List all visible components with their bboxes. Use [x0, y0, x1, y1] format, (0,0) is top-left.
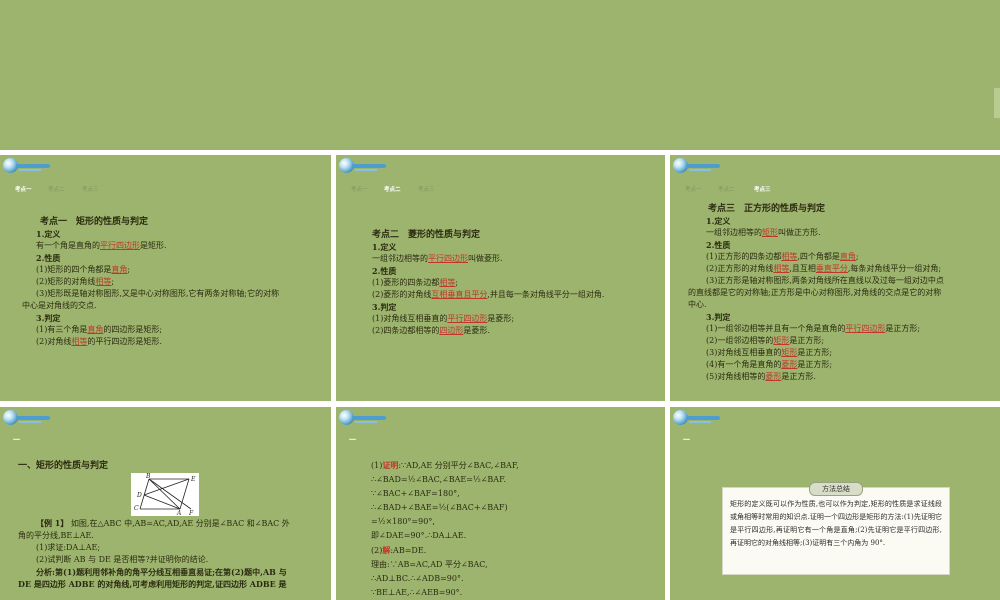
text-line: 一组邻边相等的平行四边形叫做菱形.: [372, 254, 503, 263]
globe-logo-icon: [673, 410, 721, 426]
nav-tab-3[interactable]: 考点三: [418, 185, 435, 193]
nav-section-marker: 一: [13, 436, 20, 444]
slide-example-1[interactable]: 一 一、矩形的性质与判定 B E D C A F 【例 1】 如图,在△ABC …: [0, 407, 331, 600]
point-label-d: D: [136, 492, 142, 499]
nav-tab-1[interactable]: 考点一: [685, 185, 702, 193]
text-line: ∴∠BAD=½∠BAC,∠BAE=½∠BAF.: [371, 475, 506, 484]
point-label-f: F: [188, 510, 194, 516]
slide-1-content: 考点一 矩形的性质与判定 1.定义 有一个角是直角的平行四边形是矩形. 2.性质…: [22, 216, 280, 348]
text-line: ∵BE⊥AE,∴∠AEB=90°.: [371, 588, 463, 597]
globe-logo-icon: [673, 158, 721, 174]
text-line: DE 是四边形 ADBE 的对角线,可考虑利用矩形的判定,证四边形 ADBE 是: [18, 579, 287, 589]
section-heading: 1.定义: [706, 216, 731, 226]
text-line: 理由:∵AB=AC,AD 平分∠BAC,: [371, 560, 488, 569]
slide-example-1-solution[interactable]: 一 (1)证明:∵AD,AE 分别平分∠BAC,∠BAF, ∴∠BAD=½∠BA…: [336, 407, 665, 600]
section-heading: 2.性质: [706, 240, 731, 250]
nav-tab-3[interactable]: 考点三: [82, 185, 99, 193]
text-line: ∴AD⊥BC.∴∠ADB=90°.: [371, 574, 464, 583]
geometry-figure: B E D C A F: [131, 473, 199, 516]
slide-title: 考点三 正方形的性质与判定: [708, 204, 826, 214]
text-line: 分析:第(1)题利用邻补角的角平分线互相垂直易证;在第(2)题中,AB 与: [36, 567, 287, 577]
slide-title: 考点一 矩形的性质与判定: [40, 217, 149, 227]
nav-tab-1[interactable]: 考点一: [15, 185, 32, 193]
text-line: ∵∠BAC+∠BAF=180°,: [371, 489, 460, 498]
text-line: (2)试判断 AB 与 DE 是否相等?并证明你的结论.: [36, 555, 209, 564]
text-line: (2)解:AB=DE.: [371, 545, 427, 555]
slide-edge-tab: [994, 88, 1000, 118]
solution-text: (1)证明:∵AD,AE 分别平分∠BAC,∠BAF, ∴∠BAD=½∠BAC,…: [371, 458, 519, 600]
globe-logo-icon: [3, 158, 51, 174]
text-line: 中心是对角线的交点.: [22, 301, 97, 310]
section-heading: 1.定义: [36, 229, 61, 239]
text-line: 有一个角是直角的平行四边形是矩形.: [36, 241, 167, 250]
text-line: (4)有一个角是直角的菱形是正方形;: [706, 360, 833, 369]
text-line: 即∠DAE=90°.∴DA⊥AE.: [371, 531, 467, 540]
text-line: (2)一组邻边相等的矩形是正方形;: [706, 336, 825, 345]
method-summary-text: 矩形的定义既可以作为性质,也可以作为判定,矩形的性质是求证线段或角相等时常用的知…: [730, 500, 942, 547]
text-line: (1)菱形的四条边都相等;: [372, 278, 459, 287]
text-line: (2)矩形的对角线相等;: [36, 277, 115, 286]
section-heading: 2.性质: [372, 266, 397, 276]
section-heading: 3.判定: [706, 312, 731, 322]
text-line: 【例 1】 如图,在△ABC 中,AB=AC,AD,AE 分别是∠BAC 和∠B…: [36, 518, 290, 528]
text-line: (3)矩形既是轴对称图形,又是中心对称图形,它有两条对称轴;它的对称: [36, 289, 280, 298]
point-label-e: E: [190, 476, 196, 483]
text-line: (1)求证:DA⊥AE;: [36, 543, 101, 552]
section-heading: 2.性质: [36, 253, 61, 263]
method-summary-box: 方法总结 矩形的定义既可以作为性质,也可以作为判定,矩形的性质是求证线段或角相等…: [722, 482, 950, 575]
section-heading: 一、矩形的性质与判定: [18, 461, 109, 471]
globe-logo-icon: [339, 158, 387, 174]
slide-2-content: 考点二 菱形的性质与判定 1.定义 一组邻边相等的平行四边形叫做菱形. 2.性质…: [372, 229, 604, 337]
slide-square-definition[interactable]: 考点一 考点二 考点三 考点三 正方形的性质与判定 1.定义 一组邻边相等的矩形…: [670, 155, 1000, 401]
text-line: (2)菱形的对角线互相垂直且平分,并且每一条对角线平分一组对角.: [372, 290, 605, 299]
slide-method-summary[interactable]: 一 方法总结 矩形的定义既可以作为性质,也可以作为判定,矩形的性质是求证线段或角…: [670, 407, 1000, 600]
text-line: ∴∠BAD+∠BAE=½(∠BAC+∠BAF): [371, 503, 508, 512]
point-label-a: A: [176, 510, 182, 516]
section-title: 一、矩形的性质与判定: [18, 460, 108, 472]
globe-logo-icon: [3, 410, 51, 426]
text-line: (3)对角线互相垂直的矩形是正方形;: [706, 348, 833, 357]
text-line: (1)正方形的四条边都相等,四个角都是直角;: [706, 252, 859, 261]
section-heading: 3.判定: [372, 302, 397, 312]
text-line: 中心.: [688, 300, 707, 309]
slide-rhombus-definition[interactable]: 考点一 考点二 考点三 考点二 菱形的性质与判定 1.定义 一组邻边相等的平行四…: [336, 155, 665, 401]
point-label-b: B: [145, 473, 151, 480]
text-line: (1)一组邻边相等并且有一个角是直角的平行四边形是正方形;: [706, 324, 921, 333]
nav-tab-1[interactable]: 考点一: [351, 185, 368, 193]
globe-logo-icon: [339, 410, 387, 426]
text-line: (3)正方形是轴对称图形,两条对角线所在直线以及过每一组对边中点: [706, 276, 944, 285]
nav-tab-3[interactable]: 考点三: [754, 185, 771, 193]
text-line: =½×180°=90°,: [371, 517, 435, 526]
slide-blank: [0, 0, 1000, 150]
nav-tab-2[interactable]: 考点二: [718, 185, 735, 193]
example-text: 【例 1】 如图,在△ABC 中,AB=AC,AD,AE 分别是∠BAC 和∠B…: [18, 517, 290, 590]
text-line: (1)对角线互相垂直的平行四边形是菱形;: [372, 314, 515, 323]
slide-title: 考点二 菱形的性质与判定: [372, 230, 481, 240]
text-line: 一组邻边相等的矩形叫做正方形.: [706, 228, 821, 237]
nav-section-marker: 一: [349, 436, 356, 444]
text-line: (5)对角线相等的菱形是正方形.: [706, 372, 816, 381]
text-line: 的直线都是它的对称轴;正方形是中心对称图形,对角线的交点是它的对称: [688, 288, 942, 297]
slide-rectangle-definition[interactable]: 考点一 考点二 考点三 考点一 矩形的性质与判定 1.定义 有一个角是直角的平行…: [0, 155, 331, 401]
section-heading: 1.定义: [372, 242, 397, 252]
text-line: (2)四条边都相等的四边形是菱形.: [372, 326, 490, 335]
method-summary-title: 方法总结: [809, 482, 863, 496]
nav-tab-2[interactable]: 考点二: [384, 185, 401, 193]
text-line: (1)矩形的四个角都是直角;: [36, 265, 131, 274]
text-line: (2)对角线相等的平行四边形是矩形.: [36, 337, 162, 346]
text-line: (1)证明:∵AD,AE 分别平分∠BAC,∠BAF,: [371, 460, 519, 470]
point-label-c: C: [134, 505, 139, 512]
nav-tab-2[interactable]: 考点二: [48, 185, 65, 193]
section-heading: 3.判定: [36, 313, 61, 323]
slide-3-content: 考点三 正方形的性质与判定 1.定义 一组邻边相等的矩形叫做正方形. 2.性质 …: [688, 203, 944, 383]
text-line: (1)有三个角是直角的四边形是矩形;: [36, 325, 163, 334]
text-line: (2)正方形的对角线相等,且互相垂直平分,每条对角线平分一组对角;: [706, 264, 942, 273]
nav-section-marker: 一: [683, 436, 690, 444]
text-line: 角的平分线,BE⊥AE.: [18, 531, 94, 540]
